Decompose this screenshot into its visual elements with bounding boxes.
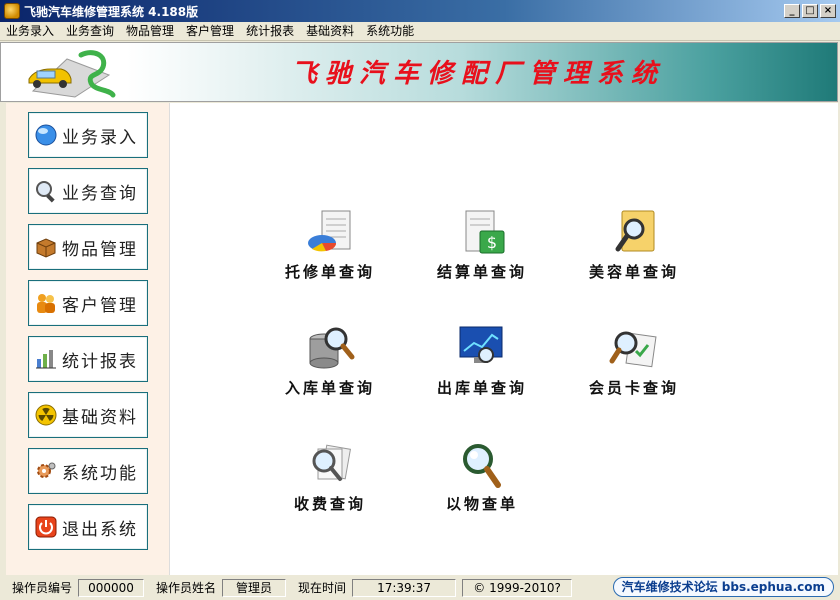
bar-chart-icon xyxy=(36,350,56,369)
menu-goods-management[interactable]: 物品管理 xyxy=(120,22,180,41)
app-icon xyxy=(4,3,20,19)
box-icon xyxy=(36,238,56,258)
magnifier-icon xyxy=(36,181,55,203)
menu-system-functions[interactable]: 系统功能 xyxy=(360,22,420,41)
tile-membership-card-query[interactable]: 会员卡查询 xyxy=(574,325,694,405)
menu-statistics[interactable]: 统计报表 xyxy=(240,22,300,41)
menu-business-entry[interactable]: 业务录入 xyxy=(0,22,60,41)
card-magnifier-icon xyxy=(609,331,657,368)
current-time-label: 现在时间 xyxy=(298,581,347,595)
menu-basic-data[interactable]: 基础资料 xyxy=(300,22,360,41)
radiation-icon xyxy=(35,404,57,426)
sidebar-item-label: 系统功能 xyxy=(62,463,138,484)
close-button[interactable]: × xyxy=(820,4,836,18)
sidebar-item-system-functions[interactable]: 系统功能 xyxy=(28,448,148,494)
sidebar-item-exit[interactable]: 退出系统 xyxy=(28,504,148,550)
database-magnifier-icon xyxy=(309,327,355,369)
sidebar-item-business-query[interactable]: 业务查询 xyxy=(28,168,148,214)
window-controls: _ □ × xyxy=(784,4,836,18)
tile-label: 以物查单 xyxy=(445,495,518,513)
menu-bar: 业务录入 业务查询 物品管理 客户管理 统计报表 基础资料 系统功能 xyxy=(0,22,840,41)
operator-id-label: 操作员编号 xyxy=(12,581,73,595)
sidebar-item-customer-management[interactable]: 客户管理 xyxy=(28,280,148,326)
tile-label: 出库单查询 xyxy=(436,379,527,397)
menu-business-query[interactable]: 业务查询 xyxy=(60,22,120,41)
tile-label: 美容单查询 xyxy=(588,263,679,281)
sidebar-item-basic-data[interactable]: 基础资料 xyxy=(28,392,148,438)
sidebar-item-label: 统计报表 xyxy=(62,351,138,372)
globe-icon xyxy=(35,124,57,146)
sidebar-item-label: 退出系统 xyxy=(62,519,138,540)
monitor-chart-icon xyxy=(459,326,503,363)
tile-label: 会员卡查询 xyxy=(588,379,679,397)
document-money-icon: $ xyxy=(465,210,505,254)
sidebar-item-business-entry[interactable]: 业务录入 xyxy=(28,112,148,158)
tile-label: 入库单查询 xyxy=(284,379,375,397)
window-title: 飞驰汽车维修管理系统 4.188版 xyxy=(24,4,199,19)
tile-stock-in-query[interactable]: 入库单查询 xyxy=(270,325,390,405)
svg-text:$: $ xyxy=(487,233,497,252)
sidebar-item-label: 客户管理 xyxy=(62,295,138,316)
operator-name-label: 操作员姓名 xyxy=(156,581,217,595)
tile-repair-order-query[interactable]: 托修单查询 xyxy=(270,209,390,289)
minimize-button[interactable]: _ xyxy=(784,4,800,18)
sidebar-item-statistics[interactable]: 统计报表 xyxy=(28,336,148,382)
tile-find-by-item[interactable]: 以物查单 xyxy=(422,441,542,521)
sidebar-item-goods-management[interactable]: 物品管理 xyxy=(28,224,148,270)
tile-beauty-order-query[interactable]: 美容单查询 xyxy=(574,209,694,289)
tile-label: 托修单查询 xyxy=(284,263,375,281)
sidebar: 业务录入 业务查询 物品管理 客户管理 统计报表 基础资料 系统功能 退出系统 xyxy=(6,103,170,575)
papers-magnifier-icon xyxy=(312,444,352,481)
document-pie-icon xyxy=(308,210,351,252)
banner-title: 飞驰汽车修配厂管理系统 xyxy=(291,59,666,89)
power-icon xyxy=(35,516,57,538)
current-time-value: 17:39:37 xyxy=(352,578,457,597)
copyright-text: © 1999-2010? xyxy=(462,578,573,597)
sidebar-item-label: 业务查询 xyxy=(62,183,138,204)
operator-id-value: 000000 xyxy=(78,578,145,597)
forum-link[interactable]: 汽车维修技术论坛 bbs.ephua.com xyxy=(612,577,834,597)
operator-name-value: 管理员 xyxy=(222,578,287,597)
sidebar-item-label: 业务录入 xyxy=(62,127,138,148)
tile-fee-query[interactable]: 收费查询 xyxy=(270,441,390,521)
sidebar-item-label: 基础资料 xyxy=(62,407,138,428)
maximize-button[interactable]: □ xyxy=(802,4,818,18)
magnifier-icon xyxy=(463,444,501,488)
tile-label: 结算单查询 xyxy=(436,263,527,281)
tile-settlement-query[interactable]: $ 结算单查询 xyxy=(422,209,542,289)
tile-label: 收费查询 xyxy=(293,495,366,513)
menu-customer-management[interactable]: 客户管理 xyxy=(180,22,240,41)
header-banner: 飞驰汽车修配厂管理系统 xyxy=(0,42,838,102)
title-bar: 飞驰汽车维修管理系统 4.188版 _ □ × xyxy=(0,0,840,22)
main-panel: 托修单查询 $ 结算单查询 美容单查询 入库单查询 出库单查询 会员卡查询 收费… xyxy=(170,103,838,575)
status-bar: 操作员编号 000000 操作员姓名 管理员 现在时间 17:39:37 © 1… xyxy=(0,575,840,600)
car-logo-icon xyxy=(28,50,116,98)
gears-icon xyxy=(37,462,56,478)
sidebar-item-label: 物品管理 xyxy=(62,239,138,260)
tile-stock-out-query[interactable]: 出库单查询 xyxy=(422,325,542,405)
note-magnifier-icon xyxy=(615,210,655,252)
people-icon xyxy=(37,294,55,313)
